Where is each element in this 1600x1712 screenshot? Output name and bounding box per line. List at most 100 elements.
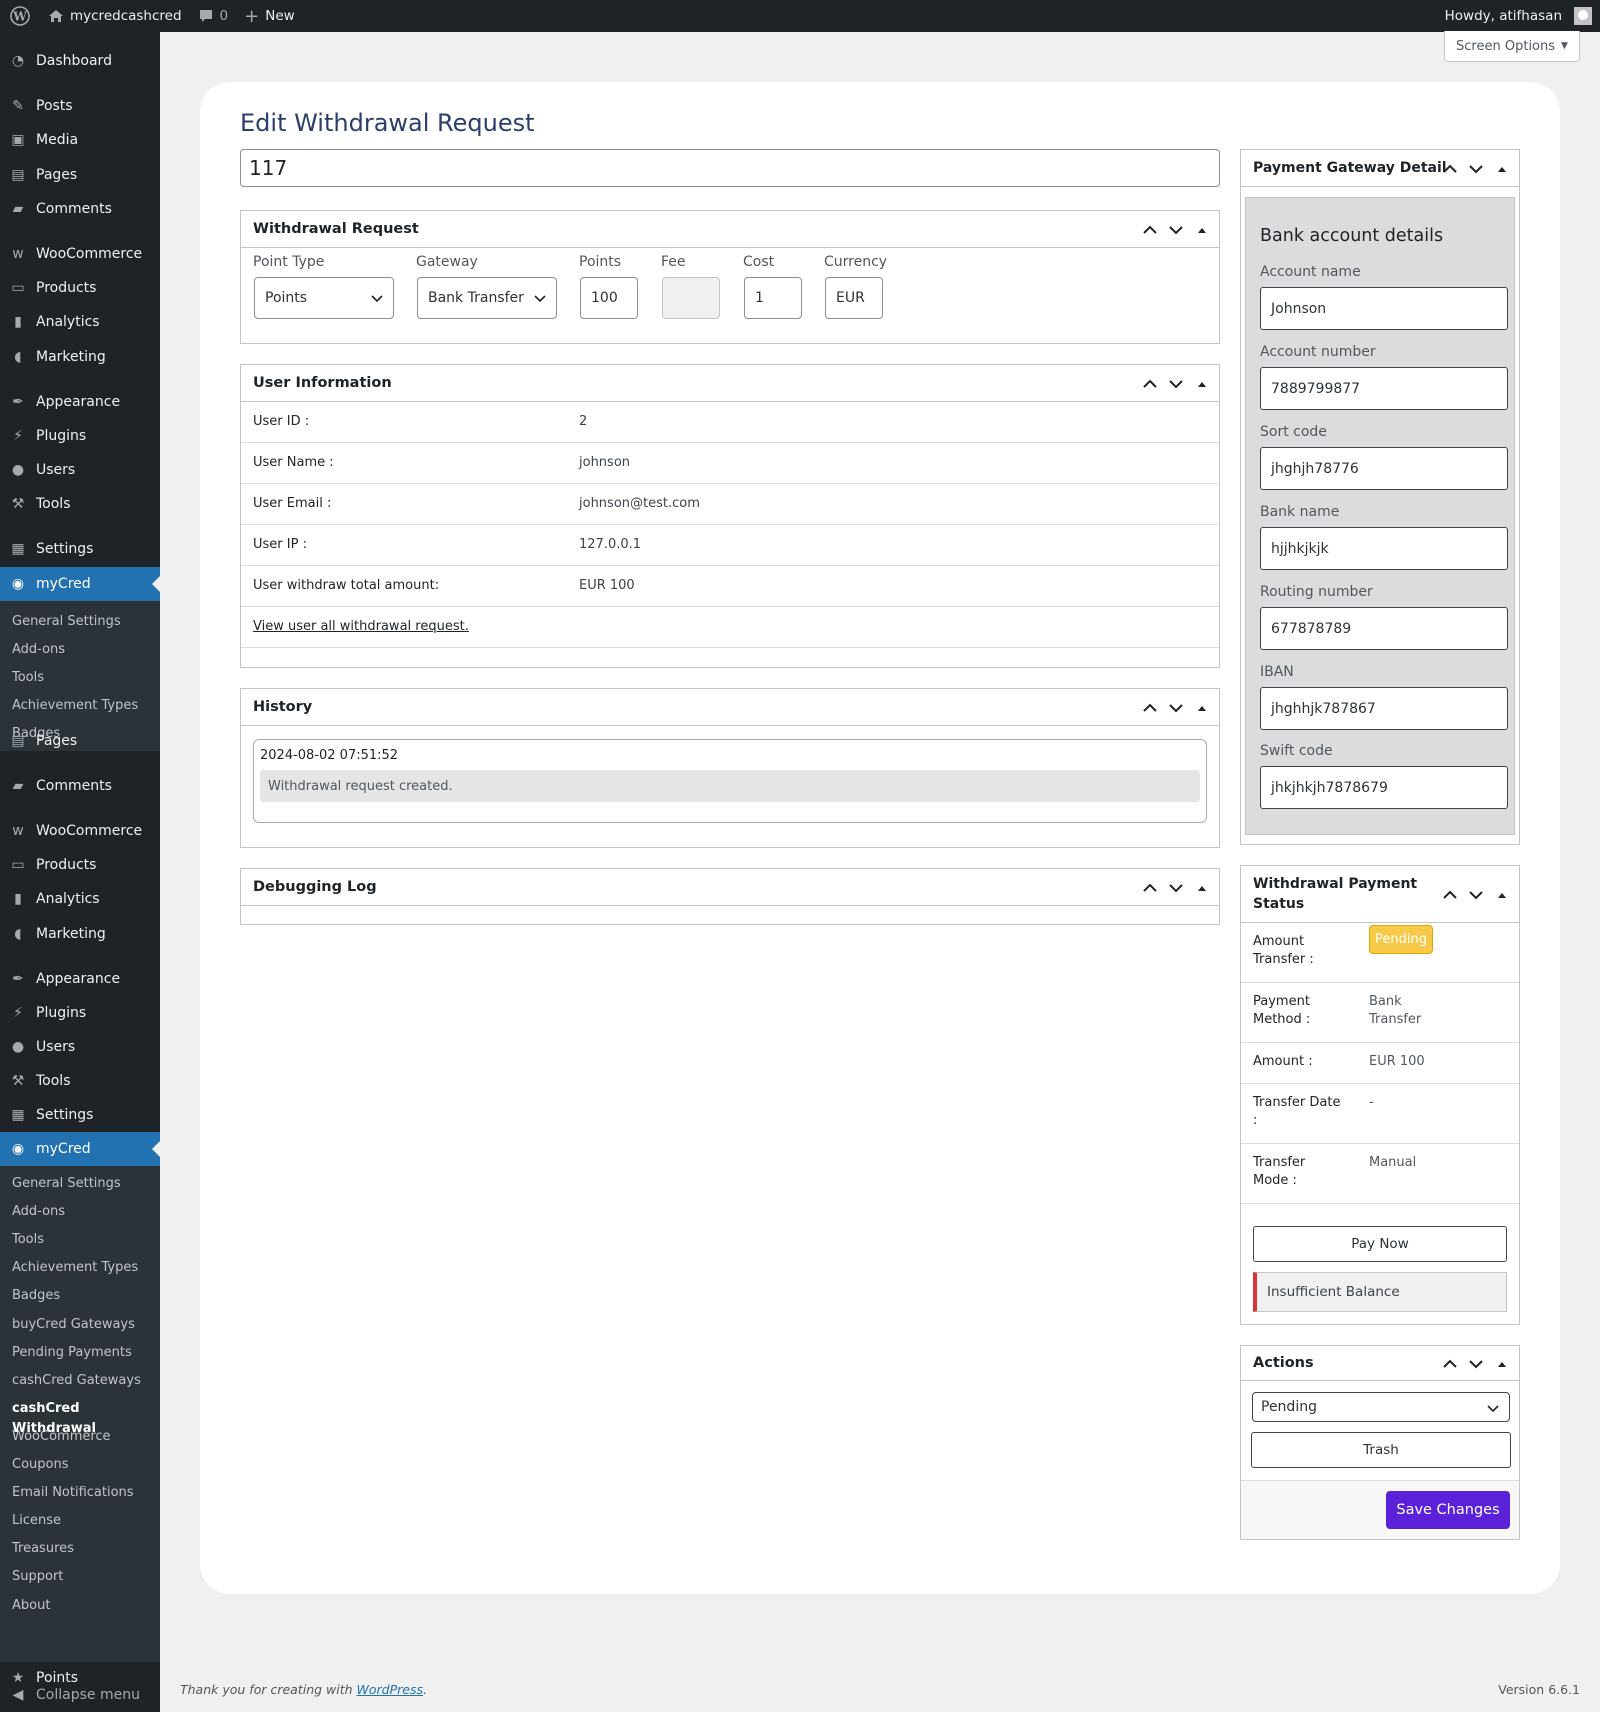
move-down-icon[interactable] [1465,1353,1487,1375]
new-content-link[interactable]: + New [236,0,303,32]
sidebar-item[interactable]: ⚒ Tools [0,1064,160,1098]
cost-value: 1 [755,290,764,306]
submenu-item[interactable]: License [12,1511,61,1531]
sidebar-item[interactable]: ✒ Appearance [0,962,160,996]
move-up-icon[interactable] [1439,884,1461,906]
sidebar-item[interactable]: ▮ Analytics [0,305,160,339]
sort-code-input[interactable]: jhghjh78776 [1260,447,1508,490]
submenu-item[interactable]: Achievement Types [12,696,138,716]
points-input[interactable]: 100 [580,277,638,319]
sidebar-item[interactable]: ▣ Media [0,123,160,157]
sidebar-item[interactable]: ◉ myCred [0,567,160,601]
wordpress-logo-icon[interactable]: W [0,0,40,32]
sidebar-item[interactable]: ▦ Settings [0,532,160,566]
sidebar-item[interactable]: ▦ Settings [0,1098,160,1132]
sidebar-item[interactable]: ✒ Appearance [0,385,160,419]
submenu-item[interactable]: General Settings [12,1174,121,1194]
sidebar-item[interactable]: ▰ Comments [0,192,160,226]
collapse-toggle-icon[interactable] [1491,158,1513,180]
account-number-input[interactable]: 7889799877 [1260,367,1508,410]
submenu-item[interactable]: buyCred Gateways [12,1315,135,1335]
gateway-select[interactable]: Bank Transfer [417,277,557,319]
sidebar-item[interactable]: ✎ Posts [0,89,160,123]
point-type-select[interactable]: Points [254,277,394,319]
sidebar-item[interactable]: ▭ Products [0,271,160,305]
sidebar-item[interactable]: ◖ Marketing [0,340,160,374]
move-up-icon[interactable] [1139,373,1161,395]
sidebar-item[interactable]: w WooCommerce [0,237,160,271]
submenu-item[interactable]: Support [12,1567,63,1587]
submenu-item[interactable]: WooCommerce [12,1427,111,1447]
pay-now-button[interactable]: Pay Now [1253,1226,1507,1262]
sidebar-item[interactable]: ⚒ Tools [0,487,160,521]
sidebar-item[interactable]: ● Users [0,453,160,487]
submenu-item[interactable]: Achievement Types [12,1258,138,1278]
move-up-icon[interactable] [1439,158,1461,180]
wordpress-link[interactable]: WordPress [357,1682,423,1697]
account-name-input[interactable]: Johnson [1260,287,1508,330]
account-name-label: Account name [1260,264,1361,280]
collapse-toggle-icon[interactable] [1491,1353,1513,1375]
comments-link[interactable]: 0 [190,0,237,32]
submenu-item[interactable]: Pending Payments [12,1343,132,1363]
sidebar-item[interactable]: ▤ Pages [0,724,160,758]
iban-input[interactable]: jhghhjk787867 [1260,687,1508,730]
move-up-icon[interactable] [1139,219,1161,241]
bank-name-input[interactable]: hjjhkjkjk [1260,527,1508,570]
routing-number-input[interactable]: 677878789 [1260,607,1508,650]
site-name-link[interactable]: mycredcashcred [40,0,190,32]
title-input[interactable]: 117 [240,149,1220,187]
sidebar-item[interactable]: ▰ Comments [0,769,160,803]
sidebar-item[interactable]: ▮ Analytics [0,882,160,916]
sidebar-item[interactable]: ⚡ Plugins [0,996,160,1030]
submenu-item[interactable]: cashCred Gateways [12,1371,141,1391]
sidebar-item[interactable]: ⚡ Plugins [0,419,160,453]
move-down-icon[interactable] [1165,877,1187,899]
cost-input[interactable]: 1 [744,277,802,319]
currency-input[interactable]: EUR [825,277,883,319]
collapse-toggle-icon[interactable] [1191,219,1213,241]
submenu-item[interactable]: cashCred Withdrawal [12,1399,160,1436]
submenu-item[interactable]: Tools [12,668,44,688]
submenu-item[interactable]: About [12,1596,50,1616]
sidebar-item[interactable]: ◉ myCred [0,1132,160,1166]
screen-options-button[interactable]: Screen Options ▼ [1444,31,1580,62]
account-menu[interactable]: Howdy, atifhasan [1437,0,1600,32]
collapse-toggle-icon[interactable] [1491,884,1513,906]
sidebar-item[interactable]: ▭ Products [0,848,160,882]
collapse-toggle-icon[interactable] [1191,373,1213,395]
site-name: mycredcashcred [70,8,182,24]
amount-label: Amount : [1253,1054,1313,1069]
move-down-icon[interactable] [1165,219,1187,241]
submenu-item[interactable]: Tools [12,1230,44,1250]
status-select[interactable]: Pending [1252,1392,1510,1422]
move-up-icon[interactable] [1139,697,1161,719]
sidebar-item[interactable]: ◔ Dashboard [0,44,160,78]
comments-count: 0 [219,8,229,24]
move-down-icon[interactable] [1465,158,1487,180]
sidebar-item-label: Users [36,462,76,478]
save-changes-button[interactable]: Save Changes [1386,1491,1510,1529]
sidebar-item[interactable]: ▤ Pages [0,158,160,192]
move-up-icon[interactable] [1139,877,1161,899]
sidebar-item[interactable]: ◖ Marketing [0,917,160,951]
submenu-item[interactable]: Add-ons [12,1202,65,1222]
move-down-icon[interactable] [1165,373,1187,395]
collapse-menu-button[interactable]: ◀ Collapse menu [0,1678,160,1712]
move-up-icon[interactable] [1439,1353,1461,1375]
collapse-toggle-icon[interactable] [1191,877,1213,899]
sidebar-item[interactable]: ● Users [0,1030,160,1064]
view-all-withdrawals-link[interactable]: View user all withdrawal request. [253,619,469,634]
submenu-item[interactable]: Coupons [12,1455,69,1475]
submenu-item[interactable]: General Settings [12,612,121,632]
collapse-toggle-icon[interactable] [1191,697,1213,719]
submenu-item[interactable]: Email Notifications [12,1483,134,1503]
trash-button[interactable]: Trash [1251,1432,1511,1468]
move-down-icon[interactable] [1165,697,1187,719]
submenu-item[interactable]: Add-ons [12,640,65,660]
move-down-icon[interactable] [1465,884,1487,906]
submenu-item[interactable]: Badges [12,1286,60,1306]
submenu-item[interactable]: Treasures [12,1539,74,1559]
sidebar-item[interactable]: w WooCommerce [0,814,160,848]
swift-code-input[interactable]: jhkjhkjh7878679 [1260,766,1508,809]
